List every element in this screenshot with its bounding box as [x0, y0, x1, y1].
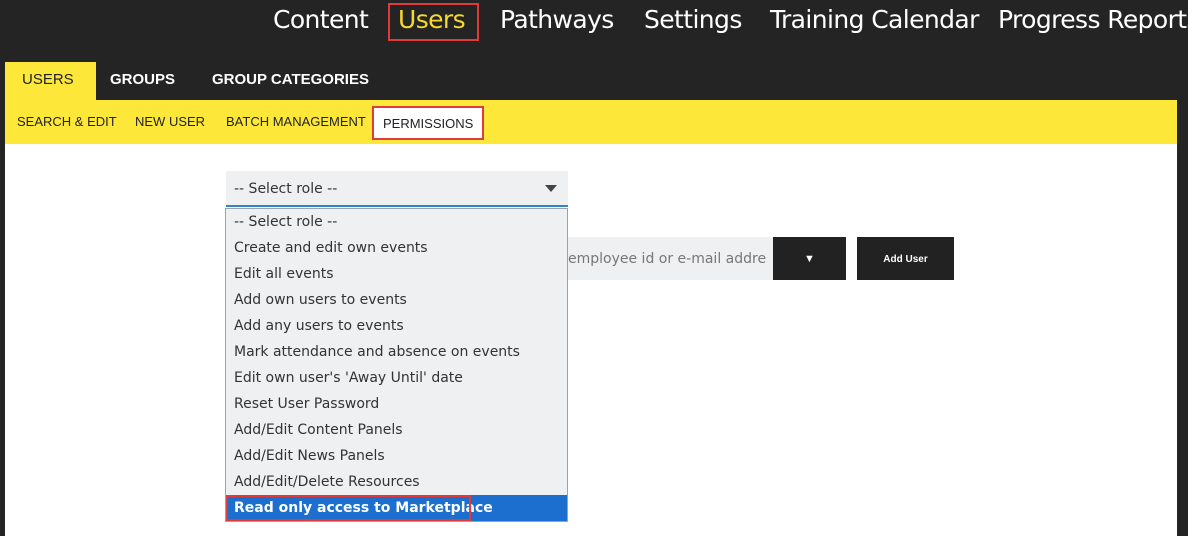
role-option[interactable]: -- Select role -- [226, 209, 567, 235]
role-option[interactable]: Mark attendance and absence on events [226, 339, 567, 365]
nav-content[interactable]: Content [273, 2, 369, 38]
nav-pathways[interactable]: Pathways [500, 2, 614, 38]
subnav-permissions[interactable]: PERMISSIONS [372, 106, 485, 140]
caret-down-icon[interactable] [545, 185, 557, 192]
nav-training-calendar[interactable]: Training Calendar [770, 2, 979, 38]
caret-down-icon: ▼ [804, 253, 815, 265]
employee-dropdown-button[interactable]: ▼ [773, 237, 846, 280]
role-option[interactable]: Add/Edit Content Panels [226, 417, 567, 443]
section-tabs: USERS GROUPS GROUP CATEGORIES [0, 62, 1188, 100]
role-select[interactable]: -- Select role -- [226, 171, 568, 207]
role-option-read-only-marketplace[interactable]: Read only access to Marketplace [226, 495, 493, 521]
role-option[interactable]: Edit own user's 'Away Until' date [226, 365, 567, 391]
role-option[interactable]: Add own users to events [226, 287, 567, 313]
role-option[interactable]: Edit all events [226, 261, 567, 287]
subnav-batch-management[interactable]: BATCH MANAGEMENT [226, 100, 366, 144]
tab-users[interactable]: USERS [5, 62, 96, 100]
subnav-search-edit[interactable]: SEARCH & EDIT [17, 100, 117, 144]
add-user-button[interactable]: Add User [857, 237, 954, 280]
employee-search-input[interactable] [558, 237, 773, 280]
nav-settings[interactable]: Settings [644, 2, 742, 38]
subnav-new-user[interactable]: NEW USER [135, 100, 205, 144]
main-panel: -- Select role -- ▼ Add User -- Select r… [5, 144, 1177, 536]
sub-navigation: SEARCH & EDIT NEW USER BATCH MANAGEMENT … [5, 100, 1177, 144]
tab-groups[interactable]: GROUPS [110, 62, 175, 100]
nav-users-highlight [388, 3, 479, 41]
role-select-value: -- Select role -- [234, 181, 338, 197]
role-option[interactable]: Add/Edit/Delete Resources [226, 469, 567, 495]
role-option[interactable]: Reset User Password [226, 391, 567, 417]
top-navigation: Content Users Pathways Settings Training… [0, 0, 1188, 44]
role-options-list: -- Select role -- Create and edit own ev… [225, 208, 568, 522]
role-option[interactable]: Create and edit own events [226, 235, 567, 261]
role-option-selected-row[interactable]: Read only access to Marketplace [226, 495, 567, 521]
role-option[interactable]: Add/Edit News Panels [226, 443, 567, 469]
nav-progress-reports[interactable]: Progress Reports [998, 2, 1188, 38]
tab-group-categories[interactable]: GROUP CATEGORIES [212, 62, 369, 100]
role-option[interactable]: Add any users to events [226, 313, 567, 339]
